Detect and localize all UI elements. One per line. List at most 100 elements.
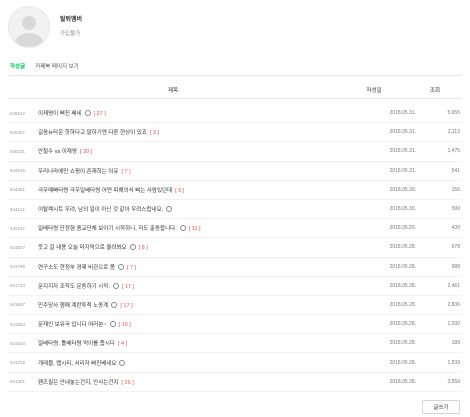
post-title-link[interactable]: 일베타령 단정형 종교단체 보이기 시작하니, 저도 출동합니다.: [38, 226, 177, 232]
post-number: 544916: [10, 168, 26, 174]
post-number: 544112: [10, 206, 25, 212]
comment-count[interactable]: [ 8 ]: [139, 245, 148, 251]
comment-count[interactable]: [ 7 ]: [127, 265, 136, 271]
write-button[interactable]: 글쓰기: [422, 400, 460, 414]
post-title-cell: 민주당사 행패 계란투척 노동계 [ 17 ]: [38, 301, 360, 309]
tab-cafebook[interactable]: 카페북 페이지 보기: [35, 62, 79, 76]
post-number: 541827: [10, 244, 26, 250]
table-row[interactable]: 541563 문재인 보유국 입니다 여러분~ [ 10 ] 2018.05.28. 1…: [8, 315, 462, 335]
post-date: 2018.05.31.: [389, 148, 416, 155]
post-title-cell: 길음뉴타운 핫하다고 말하기엔 다른 현상이 있죠[ 3 ]: [38, 128, 360, 136]
comment-count[interactable]: [ 20 ]: [80, 149, 92, 155]
emoticon-icon: [117, 263, 124, 270]
table-row[interactable]: 541657 민주당사 행패 계란투척 노동계 [ 17 ] 2018.05.28. 2…: [8, 296, 462, 316]
emoticon-icon: [109, 321, 116, 328]
post-title-link[interactable]: 팬즈필은 안내놓는건지, 안사는건지: [38, 380, 119, 386]
post-title-link[interactable]: 문재인 보유국 입니다 여러분~: [38, 322, 107, 328]
post-date: 2018.05.28.: [389, 282, 416, 289]
post-date: 2018.05.28.: [389, 378, 416, 385]
comment-count[interactable]: [ 27 ]: [94, 111, 106, 117]
post-views: 2,836: [447, 301, 460, 308]
post-title-link[interactable]: 개래블, 맵시티, 서리자 삐진베네요: [38, 361, 116, 367]
post-title-link[interactable]: 극우메빠타령 극우일베타령 어떤 피해의식 삐는 사람있던데: [38, 188, 172, 194]
post-views: 1,475: [447, 148, 460, 155]
post-views: 2,113: [447, 129, 460, 136]
post-date: 2018.05.29.: [389, 225, 416, 232]
post-number: 541743: [10, 283, 26, 289]
comment-count[interactable]: [ 17 ]: [122, 284, 134, 290]
post-title-link[interactable]: 민주당사 행패 계란투척 노동계: [38, 303, 108, 309]
post-date: 2018.05.28.: [389, 263, 416, 270]
post-number: 541563: [10, 321, 26, 327]
post-date: 2018.05.30.: [389, 206, 416, 213]
post-date: 2018.05.31.: [389, 110, 416, 117]
avatar: [8, 6, 50, 48]
table-row[interactable]: 544916 우리나라에만 쇼핑이 존재하는 이유[ 7 ] 2018.05.31.…: [8, 162, 462, 181]
post-views: 156: [451, 186, 460, 193]
post-date: 2018.05.30.: [389, 186, 416, 193]
post-title-cell: 문지지자 조작도 운동하기 시작. [ 17 ]: [38, 282, 360, 290]
post-title-link[interactable]: 이탈렉시트 우려, 남의 일이 아닌 것 같아 우려스럽네요.: [38, 207, 163, 213]
comment-count[interactable]: [ 5 ]: [175, 188, 184, 194]
emoticon-icon: [84, 110, 91, 117]
comment-count[interactable]: [ 7 ]: [122, 169, 131, 175]
table-row[interactable]: 545231 안철수 vs 이재명[ 20 ] 2018.05.31. 1,475: [8, 142, 462, 162]
table-row[interactable]: 542167 일베타령 단정형 종교단체 보이기 시작하니, 저도 출동합니다. […: [8, 219, 462, 239]
table-row[interactable]: 541799 연구소도 현정부 경제 비관으로 봄 [ 7 ] 2018.05.28.…: [8, 258, 462, 277]
post-title-link[interactable]: 연구소도 현정부 경제 비관으로 봄: [38, 265, 115, 271]
post-number: 545612: [10, 110, 26, 116]
table-row[interactable]: 544112 이탈렉시트 우려, 남의 일이 아닌 것 같아 우려스럽네요. 201…: [8, 200, 462, 220]
post-number: 541201: [10, 379, 26, 385]
post-views: 5,655: [447, 110, 460, 117]
table-header: 제목 작성일 조회: [8, 81, 462, 99]
post-number: 545407: [10, 129, 26, 135]
profile-section: 탈퇴멤버 가입불가: [8, 6, 82, 48]
comment-count[interactable]: [ 26 ]: [122, 380, 134, 386]
post-title-cell: 우리나라에만 쇼핑이 존재하는 이유[ 7 ]: [38, 167, 360, 175]
post-title-link[interactable]: 안철수 vs 이재명: [38, 149, 77, 155]
post-views: 2,461: [447, 282, 460, 289]
post-views: 439: [451, 225, 460, 232]
comment-count[interactable]: [ 17 ]: [120, 303, 132, 309]
post-date: 2018.05.31.: [389, 129, 416, 136]
post-title-link[interactable]: 문지지자 조작도 운동하기 시작.: [38, 284, 110, 290]
comment-count[interactable]: [ 11 ]: [189, 226, 201, 232]
post-views: 189: [451, 340, 460, 347]
post-date: 2018.05.28.: [389, 301, 416, 308]
post-title-cell: 안철수 vs 이재명[ 20 ]: [38, 147, 360, 155]
post-title-link[interactable]: 길음뉴타운 핫하다고 말하기엔 다른 현상이 있죠: [38, 130, 147, 136]
post-date: 2018.05.28.: [389, 340, 416, 347]
post-date: 2018.05.28.: [389, 359, 416, 366]
tab-divider: [8, 75, 462, 76]
table-row[interactable]: 541827 웃고 갈 내용 오늘 마지막으로 올려봐요 [ 8 ] 2018.05.…: [8, 238, 462, 258]
post-title-cell: 일베타령 단정형 종교단체 보이기 시작하니, 저도 출동합니다. [ 11 ]: [38, 224, 360, 232]
post-title-link[interactable]: 이재명이 삐진 쎄네: [38, 111, 82, 117]
post-title-link[interactable]: 웃고 갈 내용 오늘 마지막으로 올려봐요: [38, 245, 127, 251]
emoticon-icon: [111, 301, 118, 308]
header-date: 작성일: [366, 87, 382, 94]
table-row[interactable]: 545612 이재명이 삐진 쎄네 [ 27 ] 2018.05.31. 5,655: [8, 104, 462, 124]
avatar-body-shape: [15, 33, 43, 47]
table-row[interactable]: 541319 개래블, 맵시티, 서리자 삐진베네요 2018.05.28. 1,93…: [8, 353, 462, 373]
post-title-link[interactable]: 일베타령, 틀베타령 막이를 좁시다: [38, 341, 115, 347]
emoticon-icon: [166, 206, 173, 213]
table-row[interactable]: 541201 팬즈필은 안내놓는건지, 안사는건지[ 26 ] 2018.05.28…: [8, 373, 462, 392]
table-row[interactable]: 541524 일베타령, 틀베타령 막이를 좁시다[ 4 ] 2018.05.28.…: [8, 334, 462, 354]
post-title-cell: 개래블, 맵시티, 서리자 삐진베네요: [38, 359, 360, 367]
tab-posts[interactable]: 작성글: [10, 62, 26, 76]
emoticon-icon: [119, 359, 126, 366]
post-views: 1,939: [447, 359, 460, 366]
comment-count[interactable]: [ 10 ]: [119, 322, 131, 328]
header-title: 제목: [167, 87, 179, 94]
table-row[interactable]: 541743 문지지자 조작도 운동하기 시작. [ 17 ] 2018.05.28.…: [8, 277, 462, 296]
post-views: 1,030: [447, 321, 460, 328]
post-title-link[interactable]: 우리나라에만 쇼핑이 존재하는 이유: [38, 169, 119, 175]
comment-count[interactable]: [ 4 ]: [118, 341, 127, 347]
comment-count[interactable]: [ 3 ]: [150, 130, 159, 136]
post-number: 544451: [10, 187, 26, 193]
profile-name: 탈퇴멤버: [60, 17, 83, 23]
post-number: 542167: [10, 225, 26, 231]
table-row[interactable]: 544451 극우메빠타령 극우일베타령 어떤 피해의식 삐는 사람있던데[ 5 …: [8, 181, 462, 200]
table-row[interactable]: 545407 길음뉴타운 핫하다고 말하기엔 다른 현상이 있죠[ 3 ] 2018…: [8, 123, 462, 143]
post-title-cell: 문재인 보유국 입니다 여러분~ [ 10 ]: [38, 320, 360, 328]
